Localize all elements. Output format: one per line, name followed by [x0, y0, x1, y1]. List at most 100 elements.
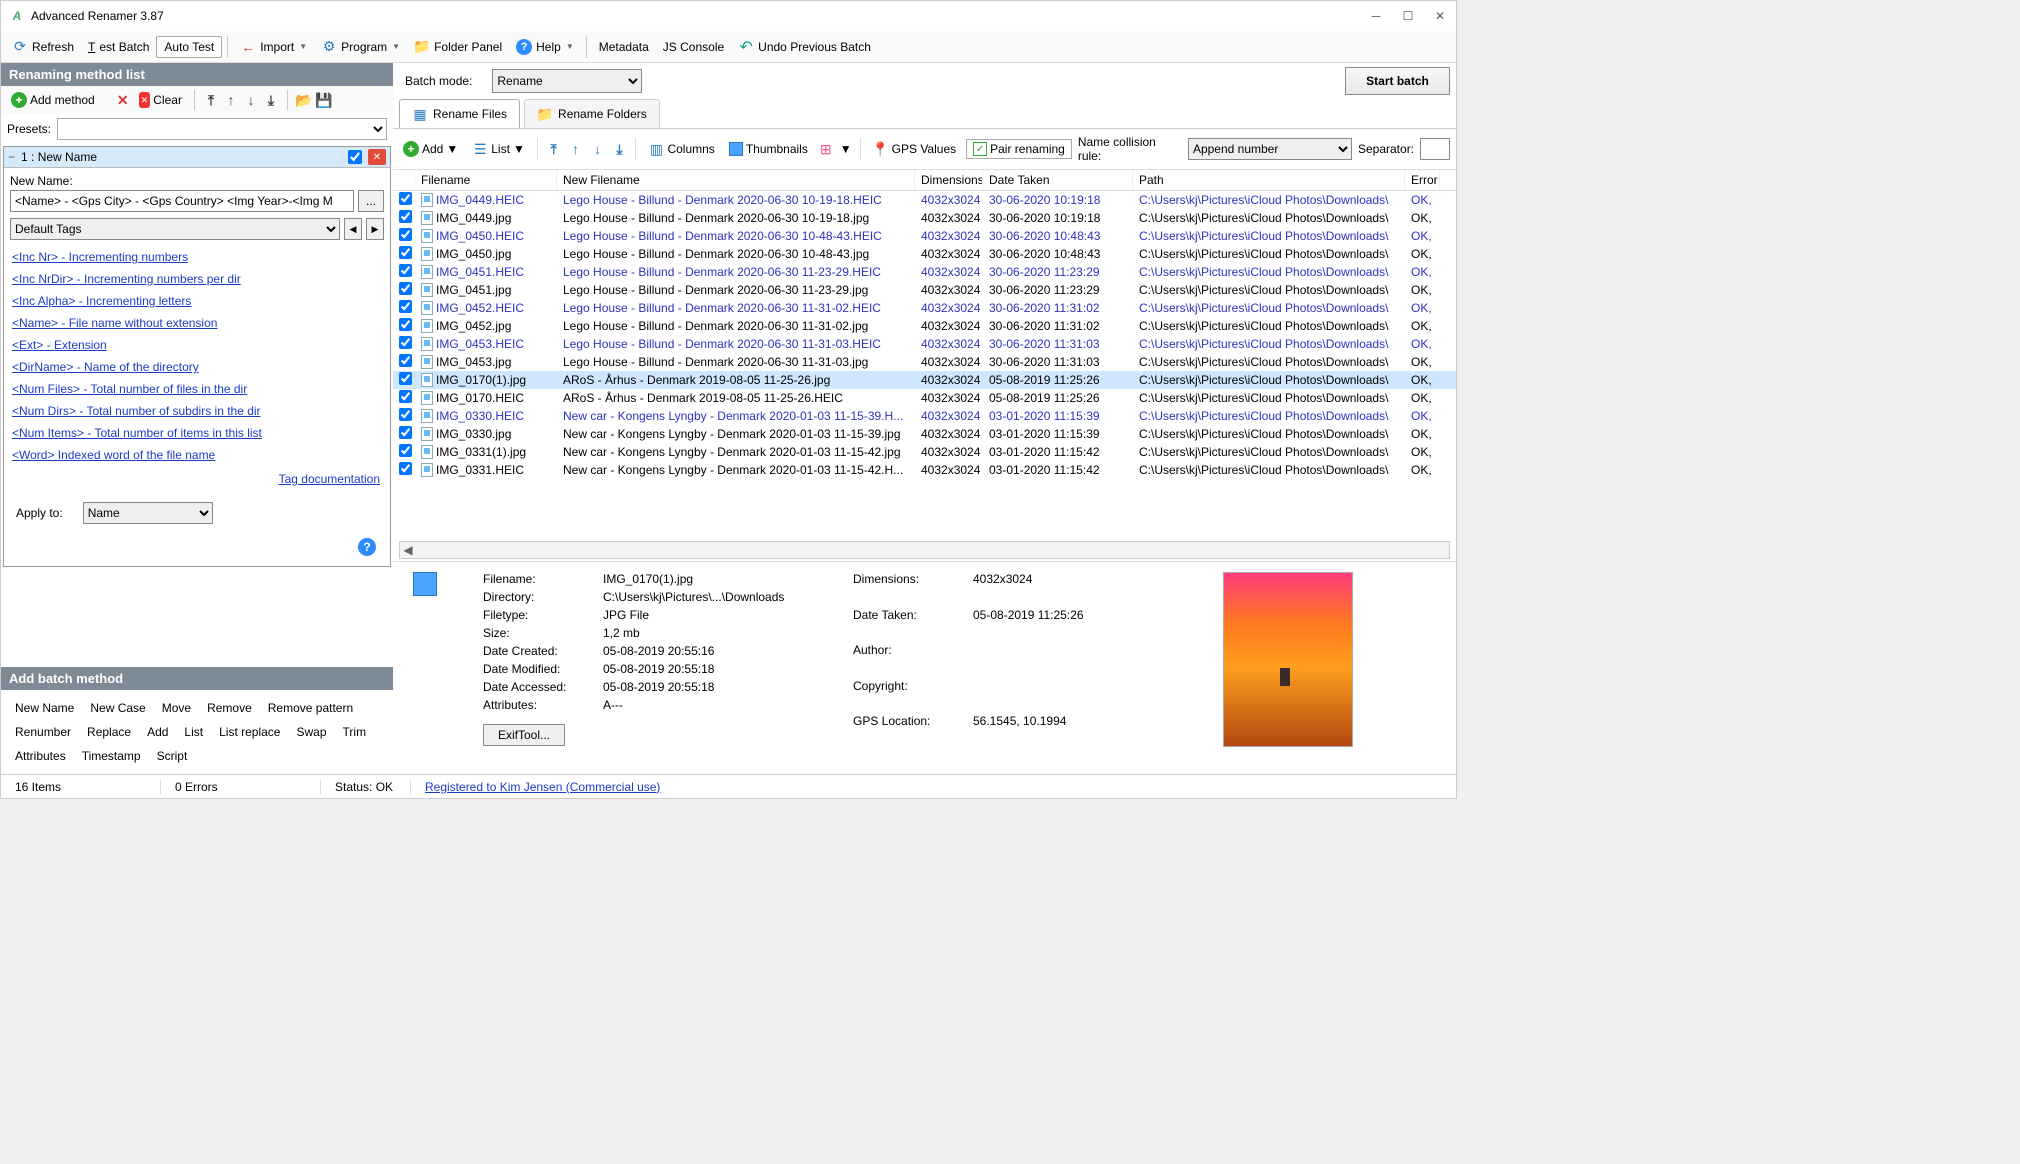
collapse-icon[interactable]: −	[8, 150, 15, 164]
col-new-filename[interactable]: New Filename	[557, 170, 915, 190]
grid-row[interactable]: IMG_0449.HEICLego House - Billund - Denm…	[393, 191, 1456, 209]
grid-row[interactable]: IMG_0330.jpgNew car - Kongens Lyngby - D…	[393, 425, 1456, 443]
tags-prev-button[interactable]: ◀	[344, 218, 362, 240]
grid-row[interactable]: IMG_0451.HEICLego House - Billund - Denm…	[393, 263, 1456, 281]
row-checkbox[interactable]	[399, 192, 412, 205]
batch-method-attributes[interactable]: Attributes	[7, 744, 74, 768]
row-checkbox[interactable]	[399, 264, 412, 277]
method-enable-checkbox[interactable]	[348, 150, 362, 164]
presets-select[interactable]	[57, 118, 387, 140]
metadata-button[interactable]: Metadata	[592, 37, 656, 57]
col-dimensions[interactable]: Dimensions	[915, 170, 983, 190]
row-checkbox[interactable]	[399, 300, 412, 313]
tag-link[interactable]: <Inc Alpha> - Incrementing letters	[10, 290, 384, 312]
move-down-icon[interactable]: ↓	[590, 141, 606, 157]
grid-row[interactable]: IMG_0449.jpgLego House - Billund - Denma…	[393, 209, 1456, 227]
row-checkbox[interactable]	[399, 372, 412, 385]
delete-method-icon[interactable]: ✕	[115, 92, 131, 108]
batch-method-new-name[interactable]: New Name	[7, 696, 82, 720]
batch-method-add[interactable]: Add	[139, 720, 176, 744]
batch-method-list[interactable]: List	[176, 720, 211, 744]
row-checkbox[interactable]	[399, 282, 412, 295]
row-checkbox[interactable]	[399, 462, 412, 475]
help-button[interactable]: ?Help▼	[509, 36, 581, 58]
horizontal-scrollbar[interactable]: ◀	[399, 541, 1450, 559]
add-method-button[interactable]: +Add method	[7, 90, 99, 110]
move-bottom-icon[interactable]: ⤓	[263, 92, 279, 108]
tag-link[interactable]: <Inc NrDir> - Incrementing numbers per d…	[10, 268, 384, 290]
js-console-button[interactable]: JS Console	[656, 37, 731, 57]
collision-rule-select[interactable]: Append number	[1188, 138, 1352, 160]
row-checkbox[interactable]	[399, 228, 412, 241]
grid-row[interactable]: IMG_0452.HEICLego House - Billund - Denm…	[393, 299, 1456, 317]
list-button[interactable]: ☰List▼	[468, 139, 529, 159]
row-checkbox[interactable]	[399, 390, 412, 403]
batch-method-list-replace[interactable]: List replace	[211, 720, 288, 744]
grid-row[interactable]: IMG_0453.jpgLego House - Billund - Denma…	[393, 353, 1456, 371]
test-batch-button[interactable]: Test Batch	[81, 37, 156, 57]
row-checkbox[interactable]	[399, 246, 412, 259]
col-date-taken[interactable]: Date Taken	[983, 170, 1133, 190]
separator-input[interactable]	[1420, 138, 1450, 160]
exiftool-button[interactable]: ExifTool...	[483, 724, 565, 746]
batch-method-renumber[interactable]: Renumber	[7, 720, 79, 744]
batch-method-script[interactable]: Script	[149, 744, 196, 768]
batch-method-new-case[interactable]: New Case	[82, 696, 153, 720]
row-checkbox[interactable]	[399, 426, 412, 439]
batch-method-remove-pattern[interactable]: Remove pattern	[260, 696, 361, 720]
row-checkbox[interactable]	[399, 444, 412, 457]
registration-link[interactable]: Registered to Kim Jensen (Commercial use…	[425, 780, 660, 794]
batch-method-remove[interactable]: Remove	[199, 696, 260, 720]
folder-panel-button[interactable]: 📁Folder Panel	[407, 36, 509, 58]
close-button[interactable]: ✕	[1432, 8, 1448, 24]
move-top-icon[interactable]: ⤒	[203, 92, 219, 108]
tag-link[interactable]: <Inc Nr> - Incrementing numbers	[10, 246, 384, 268]
tags-next-button[interactable]: ▶	[366, 218, 384, 240]
grid-row[interactable]: IMG_0451.jpgLego House - Billund - Denma…	[393, 281, 1456, 299]
gps-values-button[interactable]: 📍GPS Values	[869, 139, 960, 159]
batch-method-move[interactable]: Move	[154, 696, 199, 720]
batch-method-replace[interactable]: Replace	[79, 720, 139, 744]
columns-button[interactable]: ▥Columns	[644, 139, 718, 159]
start-batch-button[interactable]: Start batch	[1345, 67, 1450, 95]
tag-documentation-link[interactable]: Tag documentation	[279, 472, 380, 486]
batch-method-trim[interactable]: Trim	[335, 720, 375, 744]
refresh-button[interactable]: ⟳Refresh	[5, 36, 81, 58]
grid-row[interactable]: IMG_0452.jpgLego House - Billund - Denma…	[393, 317, 1456, 335]
batch-method-swap[interactable]: Swap	[288, 720, 334, 744]
row-checkbox[interactable]	[399, 210, 412, 223]
program-button[interactable]: ⚙Program▼	[314, 36, 407, 58]
grid-row[interactable]: IMG_0331.HEICNew car - Kongens Lyngby - …	[393, 461, 1456, 479]
grid-row[interactable]: IMG_0331(1).jpgNew car - Kongens Lyngby …	[393, 443, 1456, 461]
row-checkbox[interactable]	[399, 336, 412, 349]
row-checkbox[interactable]	[399, 354, 412, 367]
maximize-button[interactable]: ☐	[1400, 8, 1416, 24]
tag-link[interactable]: <Ext> - Extension	[10, 334, 384, 356]
new-name-more-button[interactable]: ...	[358, 190, 384, 212]
auto-test-button[interactable]: Auto Test	[156, 36, 222, 58]
grid-row[interactable]: IMG_0450.jpgLego House - Billund - Denma…	[393, 245, 1456, 263]
new-name-input[interactable]	[10, 190, 354, 212]
tab-rename-files[interactable]: ▦Rename Files	[399, 99, 520, 128]
open-folder-icon[interactable]: 📂	[296, 92, 312, 108]
minimize-button[interactable]: ─	[1368, 8, 1384, 24]
grid-row[interactable]: IMG_0170.HEICARoS - Århus - Denmark 2019…	[393, 389, 1456, 407]
method-close-button[interactable]: ✕	[368, 149, 386, 165]
tag-link[interactable]: <Word> Indexed word of the file name	[10, 444, 384, 466]
grid-row[interactable]: IMG_0170(1).jpgARoS - Århus - Denmark 20…	[393, 371, 1456, 389]
undo-batch-button[interactable]: ↶Undo Previous Batch	[731, 36, 878, 58]
pair-renaming-toggle[interactable]: ✓Pair renaming	[966, 139, 1072, 159]
move-up-icon[interactable]: ↑	[568, 141, 584, 157]
tag-link[interactable]: <Num Dirs> - Total number of subdirs in …	[10, 400, 384, 422]
clear-methods-button[interactable]: ✕Clear	[135, 90, 186, 110]
tags-category-select[interactable]: Default Tags	[10, 218, 340, 240]
move-bottom-icon[interactable]: ⤓	[612, 141, 628, 157]
tag-link[interactable]: <Name> - File name without extension	[10, 312, 384, 334]
batch-method-timestamp[interactable]: Timestamp	[74, 744, 149, 768]
col-path[interactable]: Path	[1133, 170, 1405, 190]
add-files-button[interactable]: +Add▼	[399, 139, 462, 159]
method-help-icon[interactable]: ?	[358, 538, 376, 556]
grid-row[interactable]: IMG_0330.HEICNew car - Kongens Lyngby - …	[393, 407, 1456, 425]
import-button[interactable]: ←Import▼	[233, 36, 314, 58]
row-checkbox[interactable]	[399, 318, 412, 331]
